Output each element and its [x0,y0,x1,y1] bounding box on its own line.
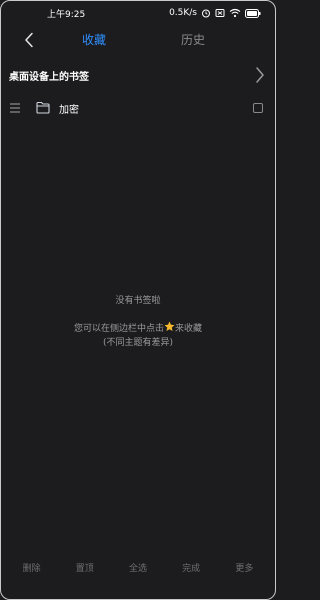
back-button[interactable] [19,30,39,50]
desktop-bookmarks-label: 桌面设备上的书签 [9,71,89,83]
bottom-toolbar: 删除 置顶 全选 完成 更多 [1,561,275,577]
empty-hint-text-before: 您可以在侧边栏中点击 [73,324,164,334]
select-all-button[interactable]: 全选 [116,561,160,577]
folder-label: 加密 [59,105,79,116]
tab-history[interactable]: 历史 [181,31,205,48]
header: 收藏 历史 [1,27,275,53]
desktop-bookmarks-row[interactable]: 桌面设备上的书签 [1,63,275,87]
drag-handle-icon[interactable] [9,102,21,114]
tab-favorites[interactable]: 收藏 [82,31,106,48]
sim-off-icon [215,8,225,18]
empty-state-title: 没有书签啦 [115,296,161,306]
folder-item[interactable]: 加密 [1,97,275,119]
pin-to-top-button[interactable]: 置顶 [63,561,107,577]
wifi-icon [229,8,241,18]
more-button[interactable]: 更多 [222,561,266,577]
empty-state-hint: 您可以在侧边栏中点击 来收藏 (不同主题有差异) [1,321,275,350]
empty-hint-note: (不同主题有差异) [102,338,174,348]
status-icons: 0.5K/s [169,8,261,18]
star-icon [164,321,175,331]
delete-button[interactable]: 删除 [10,561,54,577]
chevron-right-icon [256,67,264,83]
chevron-left-icon [25,32,33,48]
bookmarks-screen: 上午9:25 0.5K/s 收藏 历史 桌面设备上的书签 加密 没有书签啦 您可… [0,0,276,600]
alarm-icon [201,8,211,18]
status-time: 上午9:25 [47,9,86,20]
folder-checkbox[interactable] [253,103,263,113]
done-button[interactable]: 完成 [169,561,213,577]
network-speed: 0.5K/s [169,8,197,18]
folder-icon [36,101,50,114]
status-bar: 上午9:25 0.5K/s [1,1,275,25]
empty-hint-text-after: 来收藏 [175,324,203,334]
battery-icon [245,8,261,18]
